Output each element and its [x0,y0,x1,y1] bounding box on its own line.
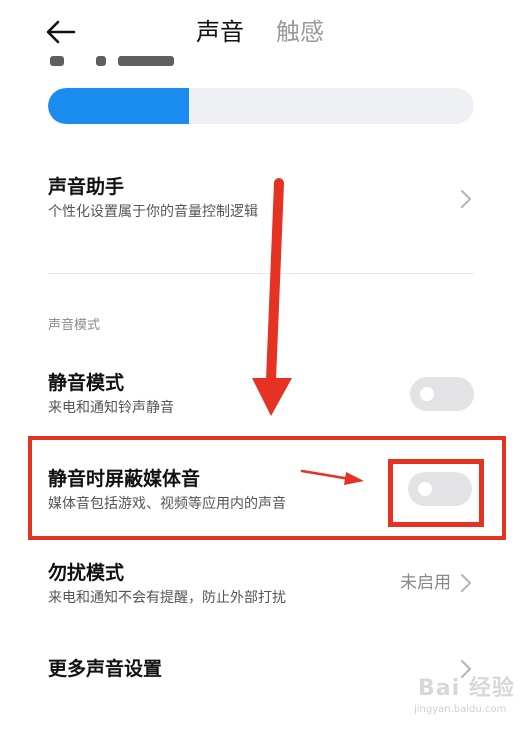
sound-assistant-row[interactable]: 声音助手 个性化设置属于你的音量控制逻辑 [0,166,529,236]
more-sound-settings-title: 更多声音设置 [48,658,163,680]
dnd-title: 勿扰模式 [48,562,125,584]
chevron-right-icon [461,574,471,592]
dnd-subtitle: 来电和通知不会有提醒，防止外部打扰 [48,590,286,606]
silent-mode-subtitle: 来电和通知铃声静音 [48,400,174,416]
chevron-right-icon [461,190,471,208]
volume-slider-fill [48,88,189,124]
watermark-url: jingyan.baidu.com [414,704,507,715]
sound-assistant-title: 声音助手 [48,176,125,198]
watermark-logo: Bai 经验 [418,676,515,701]
volume-slider[interactable] [48,88,474,124]
tab-haptic[interactable]: 触感 [276,16,324,48]
silent-mode-row[interactable]: 静音模式 来电和通知铃声静音 [0,366,529,426]
tab-sound[interactable]: 声音 [196,16,244,48]
section-label-sound-mode: 声音模式 [48,318,101,333]
volume-label-cutoff [48,52,188,66]
dnd-row[interactable]: 勿扰模式 来电和通知不会有提醒，防止外部打扰 未启用 [0,556,529,616]
toggle-knob [420,387,434,401]
sound-assistant-subtitle: 个性化设置属于你的音量控制逻辑 [48,204,258,220]
divider [48,273,474,274]
dnd-status: 未启用 [400,573,451,593]
back-button[interactable] [40,14,84,50]
silent-mode-title: 静音模式 [48,372,125,394]
silent-mode-toggle[interactable] [410,377,474,411]
annotation-toggle-box [388,459,484,527]
arrow-left-icon [46,20,76,44]
baidu-jingyan-watermark: Bai 经验 jingyan.baidu.com [408,670,518,726]
